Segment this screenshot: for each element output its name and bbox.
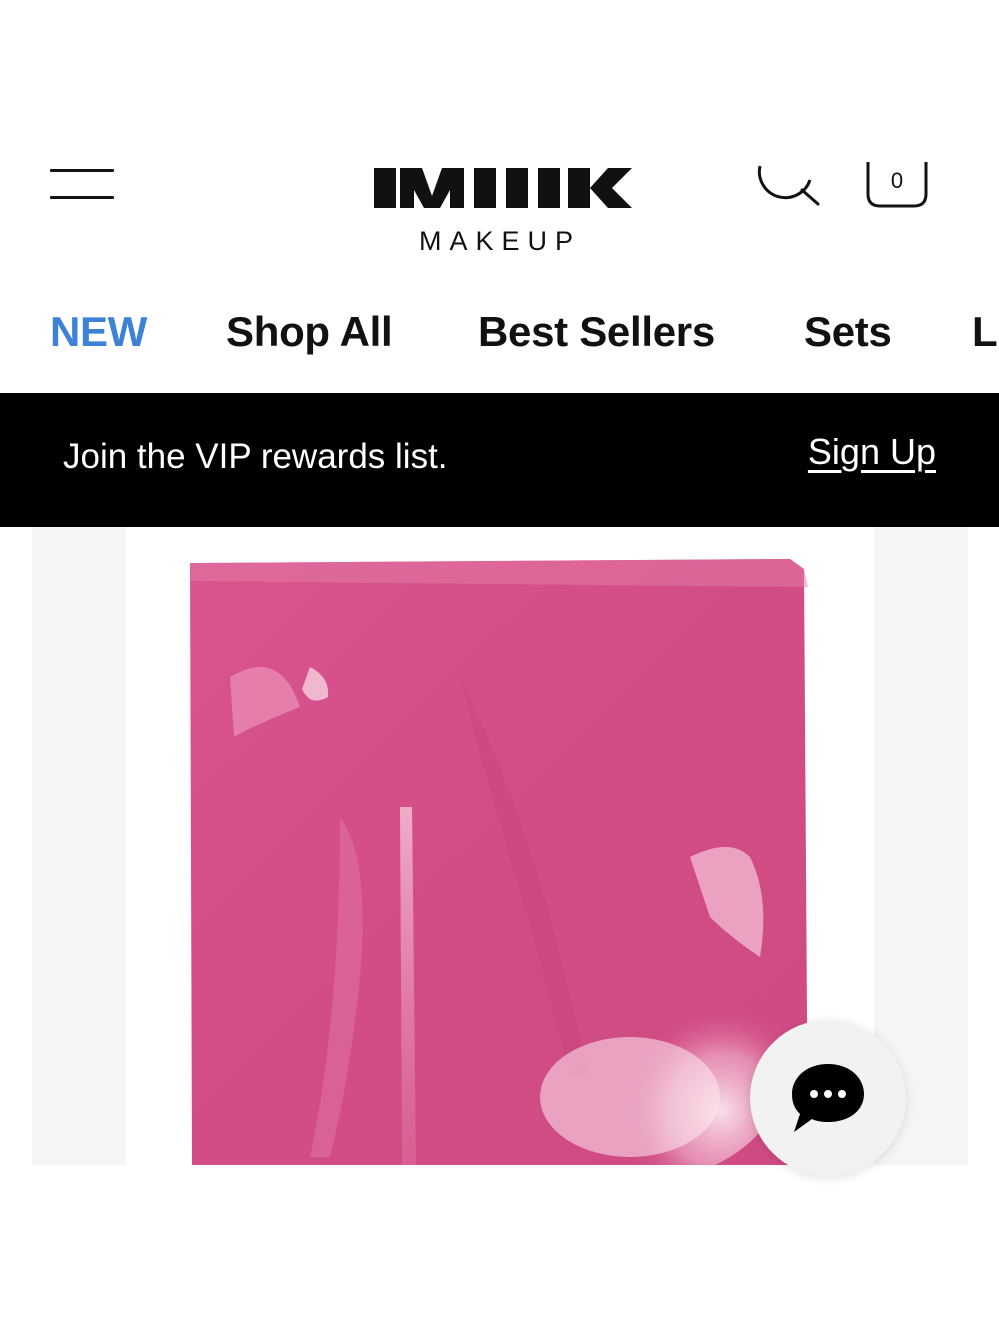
- page-bottom-area: [0, 1166, 999, 1333]
- logo-wordmark: [370, 160, 632, 208]
- lipstick-swatch-image[interactable]: [190, 557, 808, 1177]
- logo-subtitle: MAKEUP: [418, 226, 582, 256]
- cart-count-badge: 0: [890, 168, 904, 193]
- nav-item-shop-all[interactable]: Shop All: [226, 308, 393, 356]
- hamburger-menu-icon[interactable]: [50, 166, 114, 202]
- banner-text: Join the VIP rewards list.: [63, 437, 448, 476]
- page: MAKEUP 0 NEW Shop All Best Sellers Sets …: [0, 0, 999, 1333]
- search-icon[interactable]: [752, 154, 824, 214]
- nav-item-new[interactable]: NEW: [50, 308, 147, 356]
- vip-rewards-banner: Join the VIP rewards list. Sign Up: [0, 393, 999, 527]
- nav-item-sets[interactable]: Sets: [804, 308, 892, 356]
- site-header: MAKEUP 0: [0, 130, 999, 280]
- nav-item-more[interactable]: L: [972, 308, 998, 356]
- nav-item-best-sellers[interactable]: Best Sellers: [478, 308, 715, 356]
- brand-logo[interactable]: MAKEUP: [360, 160, 640, 260]
- shopping-bag-icon[interactable]: 0: [860, 158, 934, 214]
- sign-up-link[interactable]: Sign Up: [808, 431, 936, 473]
- chat-bubble-icon[interactable]: [750, 1020, 906, 1176]
- category-nav: NEW Shop All Best Sellers Sets L: [0, 300, 999, 370]
